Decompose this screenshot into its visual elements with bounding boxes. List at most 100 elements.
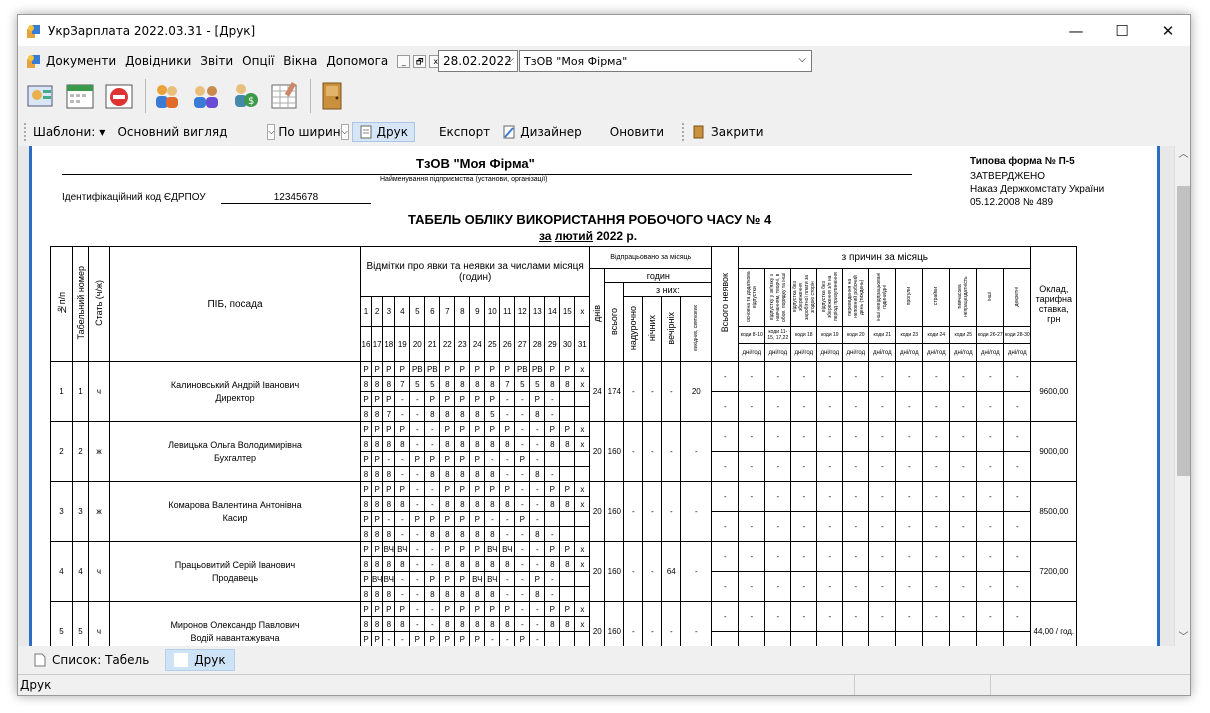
day-mark: -	[514, 541, 531, 557]
employee-reason-value: -	[1003, 511, 1032, 542]
employee-tab-number: 1	[72, 361, 89, 422]
tab-timesheet-list[interactable]: Список: Табель	[26, 650, 157, 670]
employee-holiday: -	[680, 481, 713, 542]
fit-width-select[interactable]: По ширин	[278, 125, 340, 139]
menu-reports[interactable]: Звіти	[200, 54, 233, 68]
day-mark: -	[484, 451, 501, 467]
day-mark: Р	[469, 631, 486, 646]
view-template[interactable]: Основний вигляд	[117, 125, 227, 139]
employee-sex: ж	[88, 481, 110, 542]
day-mark: -	[409, 616, 426, 632]
employee-days: 20	[589, 601, 606, 646]
employee-reason-value: -	[868, 631, 897, 646]
employee-overtime: -	[623, 361, 644, 422]
employee-reason-value: -	[764, 481, 792, 512]
day-header: 29	[544, 326, 561, 362]
day-mark: Р	[382, 391, 396, 407]
edrpou-label: Ідентифікаційний код ЄДРПОУ	[62, 192, 206, 203]
day-header: 31	[574, 326, 591, 362]
day-mark: -	[394, 511, 411, 527]
employee-reason-value: -	[895, 481, 924, 512]
day-mark: -	[499, 526, 516, 542]
employee-reason-value: -	[1003, 571, 1032, 602]
export-button[interactable]: Експорт	[439, 125, 490, 139]
scroll-up-icon[interactable]: ︿	[1175, 146, 1190, 163]
employee-reason-value: -	[738, 631, 766, 646]
day-mark	[574, 451, 591, 467]
day-mark: -	[499, 631, 516, 646]
minimize-button[interactable]: —	[1053, 15, 1099, 46]
day-mark	[574, 571, 591, 587]
maximize-button[interactable]: ☐	[1099, 15, 1145, 46]
employee-hours-total: 160	[604, 541, 625, 602]
exit-button[interactable]	[315, 79, 349, 113]
header-reason-label: інші	[987, 292, 994, 301]
employee-reason-value: -	[895, 391, 924, 422]
calendar-button[interactable]	[63, 79, 97, 113]
day-mark: -	[529, 601, 546, 617]
employee-reason-value: -	[764, 451, 792, 482]
day-header: 3	[382, 296, 396, 327]
toolbar-separator	[145, 78, 146, 113]
date-select[interactable]: 28.02.2022 ⌵	[438, 50, 518, 72]
menu-windows[interactable]: Вікна	[283, 54, 317, 68]
organization-select[interactable]: ТзОВ "Моя Фірма" ⌵	[519, 50, 812, 72]
tab-print[interactable]: Друк	[165, 649, 235, 671]
day-mark: 7	[382, 406, 396, 422]
header-reason-code: коди 26-27	[976, 326, 1005, 344]
header-reason-code: коди 21	[868, 326, 897, 344]
header-reason-label: відпустку у зв'язку з навчанням, творчі,…	[768, 271, 787, 322]
table-row: 3 3 ж Комарова Валентина Антонівна Касир Р Р Р Р…	[50, 481, 1078, 542]
day-mark: Р	[544, 601, 561, 617]
timesheet-icon	[271, 81, 297, 108]
designer-button[interactable]: Дизайнер	[502, 125, 582, 139]
header-night-label: нічних	[647, 314, 658, 342]
day-mark: -	[409, 406, 426, 422]
day-header: 22	[439, 326, 456, 362]
day-header: 6	[424, 296, 441, 327]
employee-absent-total: -	[711, 361, 740, 392]
fit-dropdown-right[interactable]: ⌵	[340, 124, 349, 140]
employees-button[interactable]	[150, 79, 184, 113]
employee-evening: 64	[661, 541, 682, 602]
day-mark: 8	[454, 406, 471, 422]
day-mark: 8	[484, 436, 501, 452]
print-button[interactable]: Друк	[351, 122, 415, 142]
close-button[interactable]: ✕	[1145, 15, 1190, 46]
mdi-minimize-button[interactable]: _	[397, 54, 411, 68]
day-mark: Р	[394, 361, 411, 377]
payroll-button[interactable]	[24, 79, 58, 113]
scrollbar-thumb[interactable]	[1177, 186, 1190, 476]
calendar-stop-button[interactable]	[102, 79, 136, 113]
vertical-scrollbar[interactable]: ︿ ﹀	[1174, 146, 1190, 646]
staff-button[interactable]	[189, 79, 223, 113]
people-money-icon: $	[235, 83, 258, 107]
employee-night: -	[642, 481, 663, 542]
day-mark: Р	[514, 631, 531, 646]
employee-reason-value: -	[976, 481, 1005, 512]
menu-help[interactable]: Допомога	[326, 54, 388, 68]
menu-options[interactable]: Опції	[242, 54, 274, 68]
day-mark: Р	[529, 391, 546, 407]
menu-references[interactable]: Довідники	[125, 54, 191, 68]
day-mark: -	[514, 391, 531, 407]
document-viewport[interactable]: ТзОВ "Моя Фірма" Найменування підприємст…	[18, 146, 1174, 646]
mdi-restore-button[interactable]: 🗗	[413, 54, 427, 68]
templates-menu[interactable]: Шаблони: ▼	[33, 125, 105, 139]
refresh-button[interactable]: Оновити	[610, 125, 664, 139]
timesheet-button[interactable]	[267, 79, 301, 113]
report-period: за лютий 2022 р.	[539, 229, 637, 243]
day-mark: -	[409, 466, 426, 482]
app-menu-icon[interactable]	[26, 53, 42, 69]
menu-documents[interactable]: Документи	[46, 54, 116, 68]
header-reason-label: інші невідпрацьовані години/дні	[876, 272, 889, 321]
fit-dropdown-left[interactable]: ⌵	[267, 124, 276, 140]
close-report-button[interactable]: Закрити	[691, 125, 764, 139]
header-reasons: з причин за місяць	[738, 246, 1032, 269]
employee-reason-value: -	[842, 481, 870, 512]
scroll-down-icon[interactable]: ﹀	[1175, 629, 1190, 646]
day-mark: 8	[454, 526, 471, 542]
salary-people-button[interactable]: $	[228, 79, 262, 113]
day-mark: Р	[454, 631, 471, 646]
day-mark: 8	[394, 436, 411, 452]
